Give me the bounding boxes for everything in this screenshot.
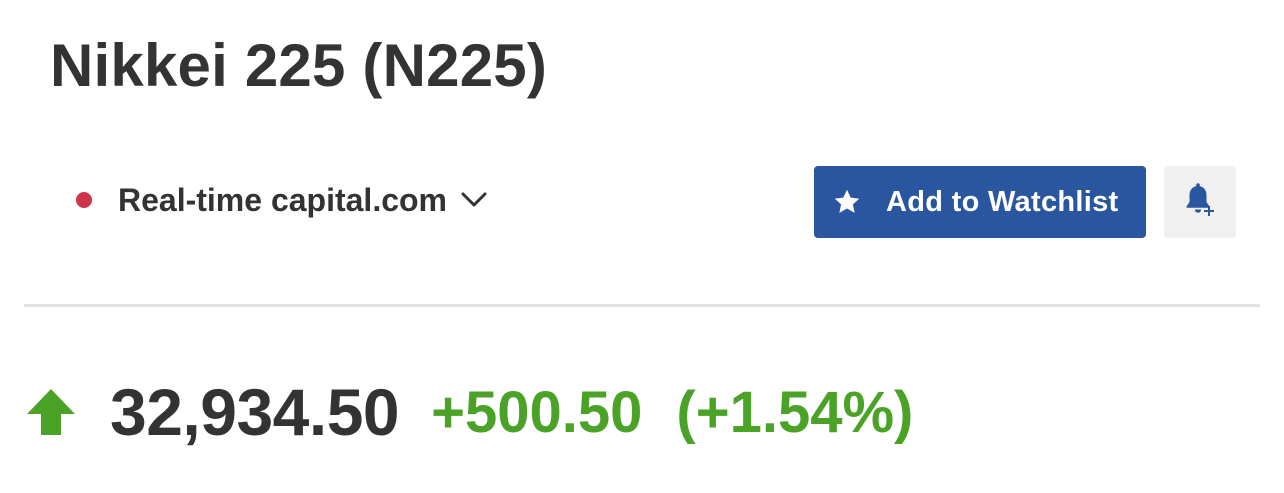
data-source-selector[interactable]: Real-time capital.com <box>76 180 487 220</box>
live-status-dot <box>76 192 92 208</box>
arrow-up-icon <box>26 387 76 437</box>
last-price: 32,934.50 <box>110 375 400 449</box>
bell-plus-icon <box>1180 180 1220 225</box>
add-to-watchlist-label: Add to Watchlist <box>886 185 1119 218</box>
create-alert-button[interactable] <box>1164 166 1236 238</box>
price-change: +500.50 <box>431 379 643 445</box>
star-icon <box>832 187 862 217</box>
chevron-down-icon[interactable] <box>461 187 487 213</box>
add-to-watchlist-button[interactable]: Add to Watchlist <box>814 166 1146 238</box>
section-divider <box>24 304 1260 307</box>
price-quote: 32,934.50 +500.50 (+1.54%) <box>26 372 913 452</box>
data-source-label[interactable]: Real-time capital.com <box>118 182 447 219</box>
price-change-percent: (+1.54%) <box>676 379 914 445</box>
page-title: Nikkei 225 (N225) <box>50 32 548 99</box>
